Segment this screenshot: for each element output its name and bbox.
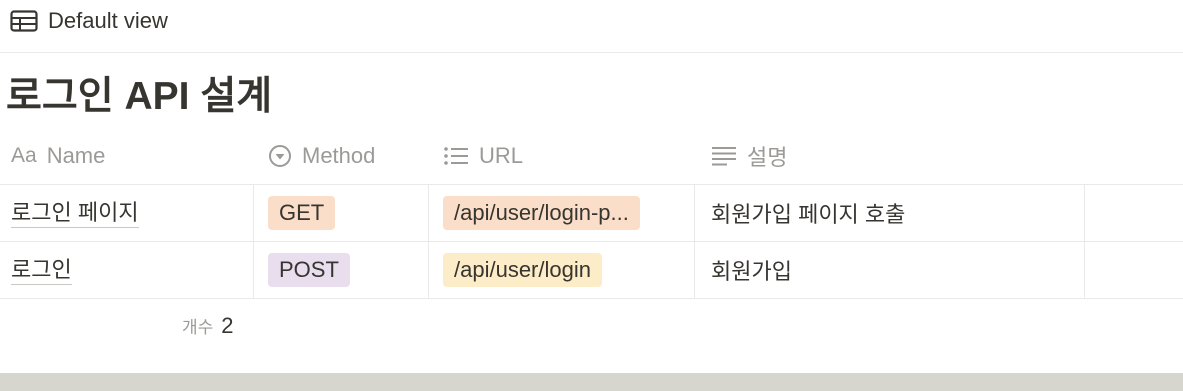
text-property-icon: Aa: [11, 144, 37, 167]
table-icon: [10, 10, 38, 32]
column-header-description[interactable]: 설명: [711, 140, 787, 172]
row-title-link[interactable]: 로그인 페이지: [11, 199, 139, 228]
column-header-url[interactable]: URL: [443, 143, 523, 169]
url-cell[interactable]: /api/user/login-p...: [429, 185, 695, 241]
row-spacer-cell: [1085, 242, 1183, 298]
method-tag[interactable]: POST: [268, 253, 350, 287]
column-header-label: Method: [302, 143, 376, 168]
calculation-footer[interactable]: 개수 2: [182, 313, 234, 339]
header-row: Aa Name Method URL 설명: [0, 128, 1183, 185]
text-lines-icon: [711, 146, 737, 166]
method-tag[interactable]: GET: [268, 196, 336, 230]
column-header-label: URL: [479, 143, 524, 168]
name-cell[interactable]: 로그인: [0, 242, 254, 298]
description-text: 회원가입: [711, 259, 792, 284]
url-tag[interactable]: /api/user/login: [443, 253, 602, 287]
column-header-name[interactable]: Aa Name: [11, 143, 105, 169]
count-label: 개수: [182, 318, 214, 337]
table-row: 로그인 페이지 GET /api/user/login-p... 회원가입 페이…: [0, 185, 1183, 242]
description-text: 회원가입 페이지 호출: [711, 202, 906, 227]
list-icon: [443, 146, 469, 166]
database-title[interactable]: 로그인 API 설계: [6, 72, 272, 122]
description-cell[interactable]: 회원가입: [695, 242, 1085, 298]
header-spacer: [1085, 128, 1183, 184]
column-header-label: 설명: [747, 145, 788, 170]
table-row: 로그인 POST /api/user/login 회원가입: [0, 242, 1183, 299]
view-bar: Default view: [0, 0, 1183, 53]
description-cell[interactable]: 회원가입 페이지 호출: [695, 185, 1085, 241]
url-cell[interactable]: /api/user/login: [429, 242, 695, 298]
method-cell[interactable]: GET: [254, 185, 429, 241]
column-header-label: Name: [46, 143, 106, 168]
database-table: Aa Name Method URL 설명 로그인 페이지 GET /api/u…: [0, 128, 1183, 299]
view-label: Default view: [48, 8, 168, 33]
url-tag[interactable]: /api/user/login-p...: [443, 196, 640, 230]
count-value: 2: [221, 313, 234, 338]
method-cell[interactable]: POST: [254, 242, 429, 298]
row-spacer-cell: [1085, 185, 1183, 241]
horizontal-scrollbar[interactable]: [0, 373, 1183, 391]
row-title-link[interactable]: 로그인: [11, 256, 72, 285]
default-view-tab[interactable]: Default view: [10, 6, 168, 36]
select-icon: [268, 144, 292, 168]
name-cell[interactable]: 로그인 페이지: [0, 185, 254, 241]
column-header-method[interactable]: Method: [268, 143, 375, 169]
